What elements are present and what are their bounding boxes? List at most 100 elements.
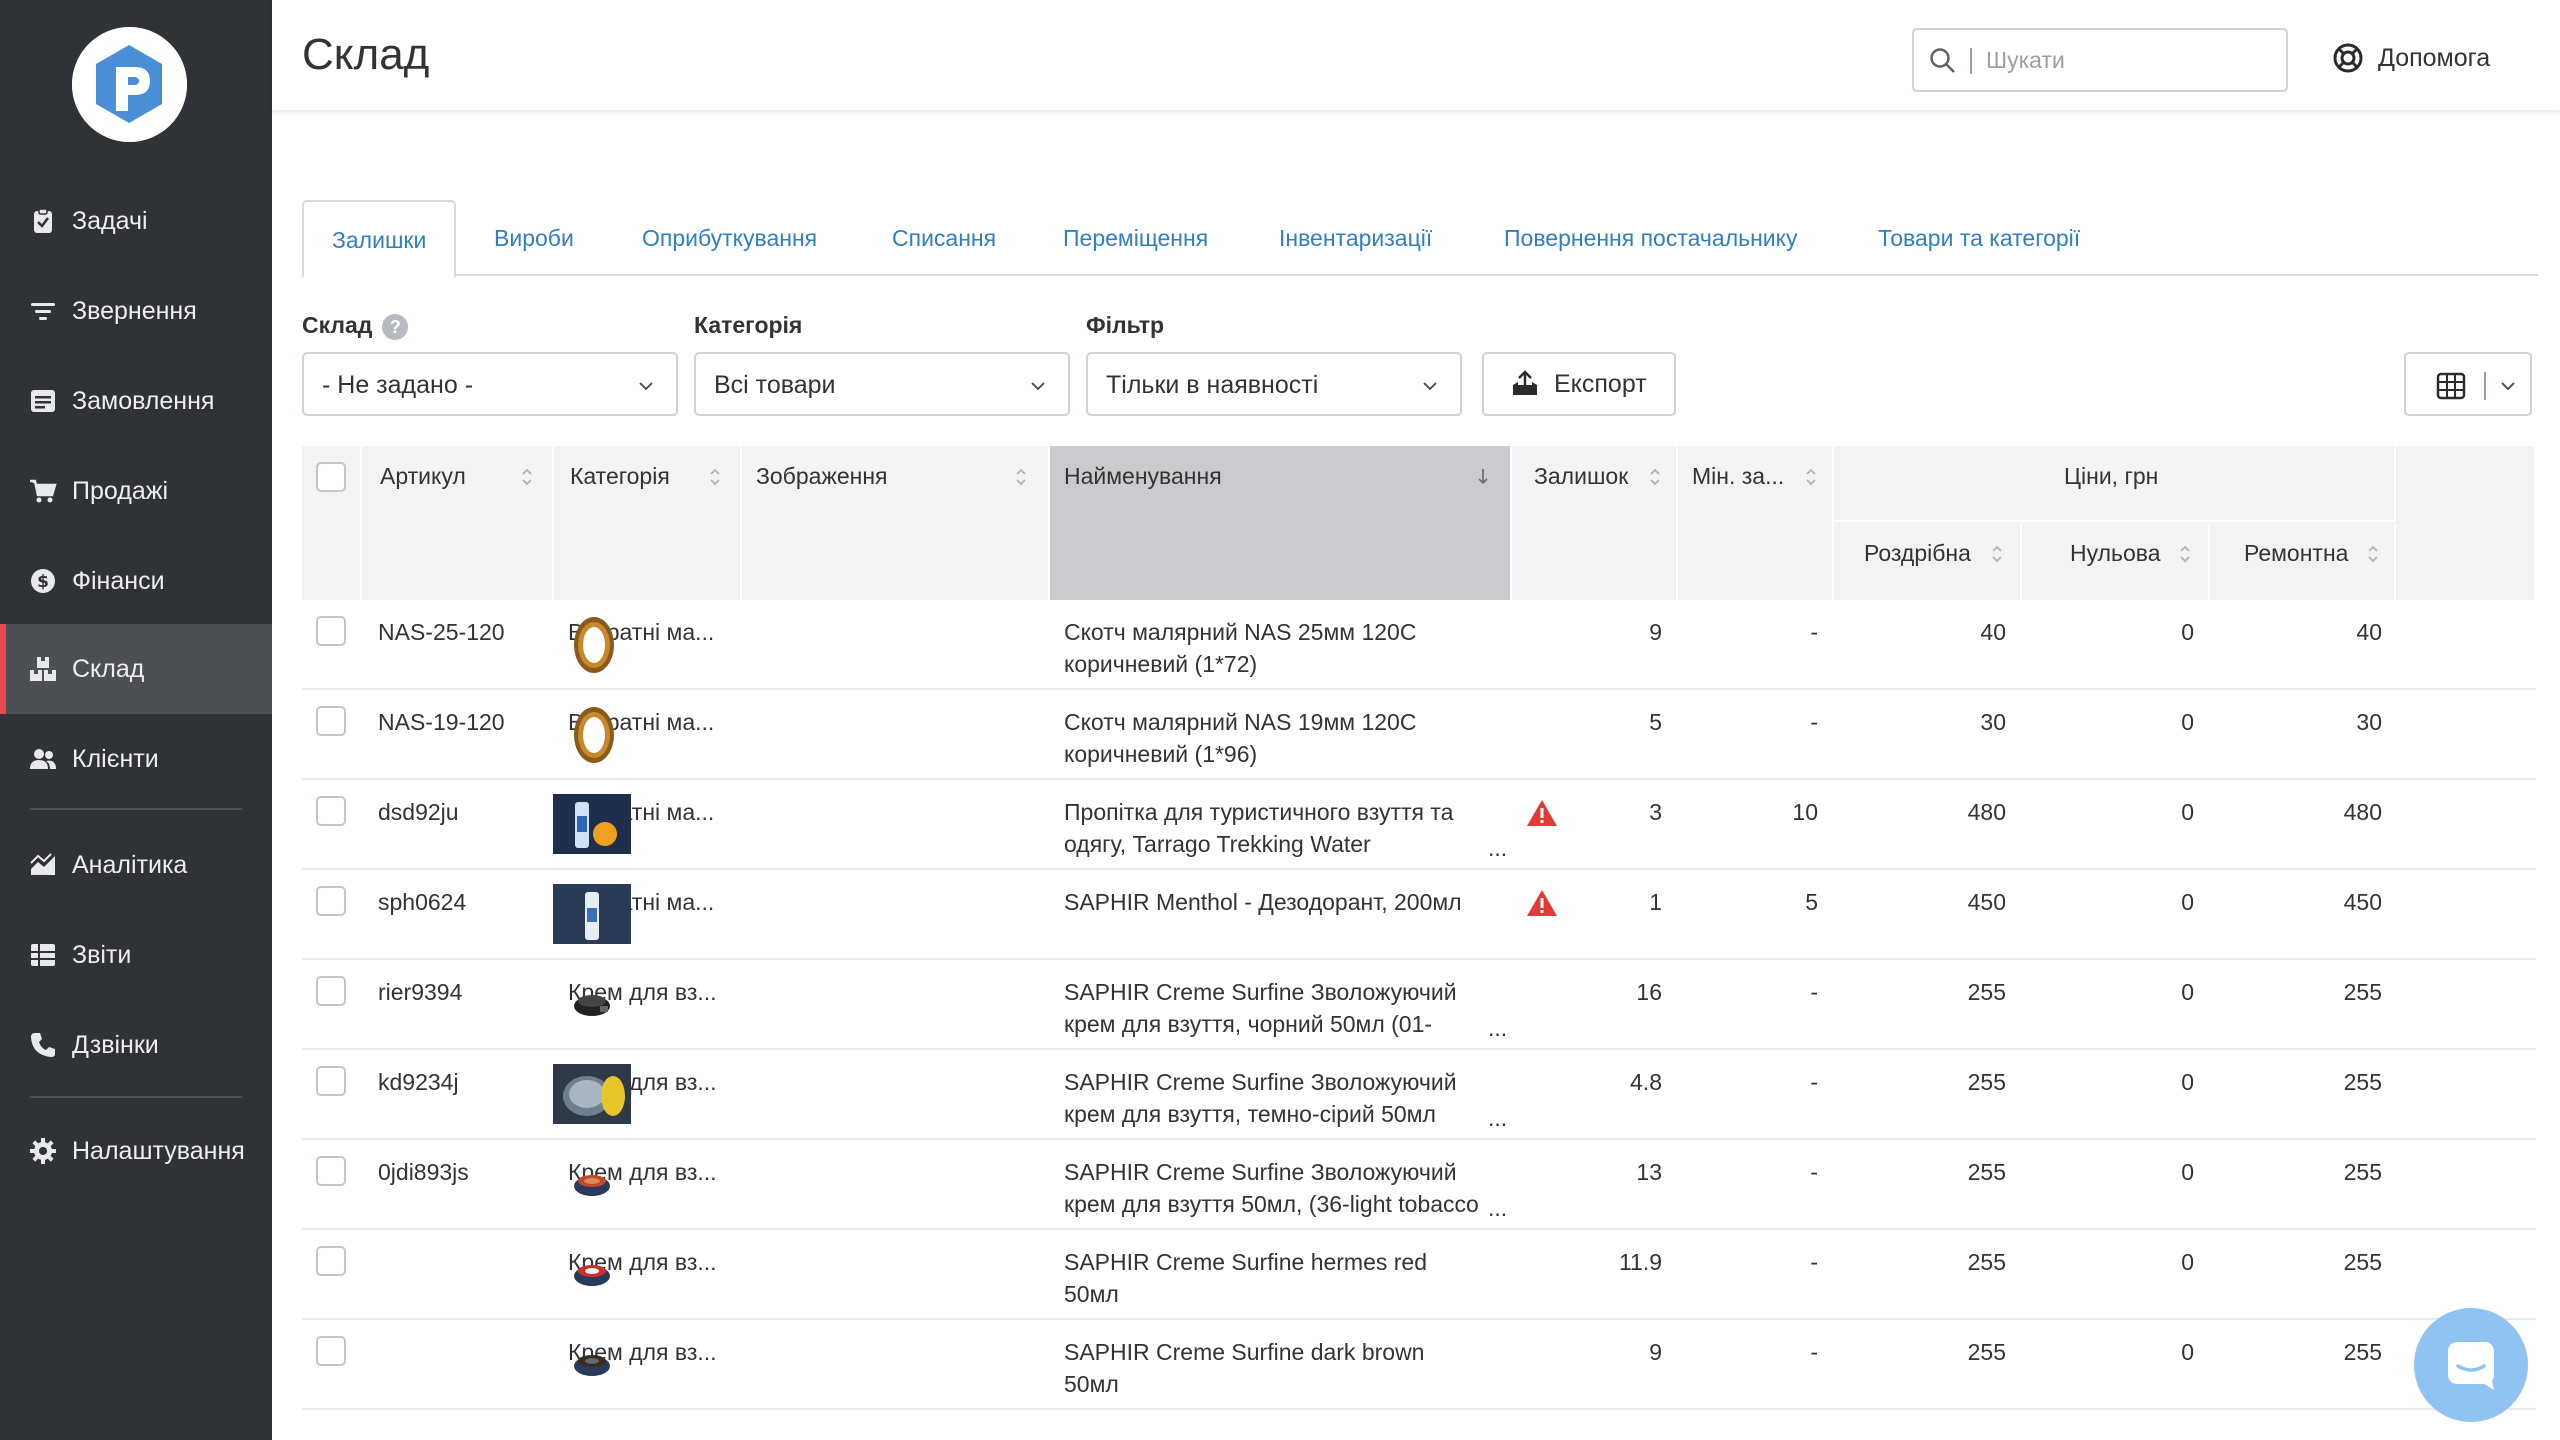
header-image[interactable]: Зображення	[742, 446, 1050, 600]
product-thumbnail[interactable]	[572, 988, 612, 1023]
tab-supplier-returns[interactable]: Повернення постачальнику	[1504, 200, 1797, 276]
tab-products[interactable]: Вироби	[494, 200, 574, 276]
row-checkbox[interactable]	[316, 796, 346, 826]
table-row[interactable]: sph0624 Витратні ма... SAPHIR Menthol - Де…	[302, 870, 2536, 960]
cell-name: SAPHIR Creme Surfine Зволожуючий крем для…	[1064, 1156, 1514, 1220]
row-checkbox[interactable]	[316, 886, 346, 916]
sidebar-item-clients[interactable]: Клієнти	[0, 714, 272, 804]
table-row[interactable]: Крем для вз... SAPHIR Creme Surfine dark …	[302, 1320, 2536, 1410]
sidebar-item-requests[interactable]: Звернення	[0, 266, 272, 356]
table-row[interactable]: rier9394 Крем для вз... SAPHIR Creme Surfi…	[302, 960, 2536, 1050]
cell-min-stock: -	[1810, 1069, 1818, 1095]
row-checkbox[interactable]	[316, 976, 346, 1006]
chat-launcher-button[interactable]	[2414, 1308, 2528, 1422]
header-retail[interactable]: Роздрібна	[1834, 524, 2022, 600]
sidebar-item-warehouse[interactable]: Склад	[0, 624, 272, 714]
availability-filter-select[interactable]: Тільки в наявності	[1086, 352, 1462, 416]
sort-icon	[522, 468, 532, 486]
search-input[interactable]	[1986, 42, 2276, 78]
sort-desc-icon	[1478, 469, 1488, 485]
area-chart-icon	[27, 851, 59, 879]
header-min-stock[interactable]: Мін. за...	[1678, 446, 1834, 600]
cell-retail-price: 255	[1967, 1339, 2006, 1365]
cell-name-line1: Пропітка для туристичного взуття та	[1064, 799, 1454, 825]
dollar-circle-icon: $	[27, 567, 59, 595]
product-thumbnail[interactable]	[570, 704, 618, 771]
cell-zero-price: 0	[2181, 709, 2194, 735]
sidebar-item-orders[interactable]: Замовлення	[0, 356, 272, 446]
filter-label: Фільтр	[1086, 312, 1165, 338]
sidebar-item-label: Продажі	[72, 476, 168, 505]
product-thumbnail[interactable]	[553, 884, 631, 949]
header-sku[interactable]: Артикул	[362, 446, 554, 600]
sidebar-item-calls[interactable]: Дзвінки	[0, 1000, 272, 1090]
sidebar-item-label: Аналітика	[72, 850, 188, 879]
warning-icon	[1527, 890, 1557, 916]
tab-stock[interactable]: Залишки	[302, 200, 457, 278]
sort-icon	[2368, 545, 2378, 563]
cell-zero-price: 0	[2181, 889, 2194, 915]
sidebar-divider	[30, 1096, 242, 1098]
row-checkbox[interactable]	[316, 1066, 346, 1096]
sort-icon	[1992, 545, 2002, 563]
table-row[interactable]: NAS-25-120 Витратні ма... Скотч малярний N…	[302, 600, 2536, 690]
table-row[interactable]: NAS-19-120 Витратні ма... Скотч малярний N…	[302, 690, 2536, 780]
header-stock[interactable]: Залишок	[1512, 446, 1678, 600]
help-question-icon[interactable]: ?	[382, 313, 409, 340]
header-zero-label: Нульова	[2070, 540, 2161, 566]
row-checkbox[interactable]	[316, 1246, 346, 1276]
product-thumbnail[interactable]	[572, 1258, 612, 1293]
sidebar-item-settings[interactable]: Налаштування	[0, 1106, 272, 1196]
warning-icon	[1527, 800, 1557, 826]
tab-transfers[interactable]: Переміщення	[1063, 200, 1208, 276]
cart-icon	[27, 477, 59, 505]
header-category[interactable]: Категорія	[554, 446, 742, 600]
tab-inventories[interactable]: Інвентаризації	[1279, 200, 1432, 276]
row-checkbox[interactable]	[316, 1156, 346, 1186]
app-logo[interactable]	[72, 27, 187, 142]
cell-min-stock: -	[1810, 709, 1818, 735]
sort-icon	[710, 468, 720, 486]
tab-write-offs[interactable]: Списання	[892, 200, 996, 276]
columns-toggle-button[interactable]	[2404, 352, 2532, 416]
select-all-checkbox[interactable]	[316, 462, 346, 492]
tab-goods-categories[interactable]: Товари та категорії	[1878, 200, 2080, 276]
sidebar-item-finance[interactable]: $ Фінанси	[0, 536, 272, 626]
sidebar-item-tasks[interactable]: Задачі	[0, 176, 272, 266]
header-name[interactable]: Найменування	[1050, 446, 1512, 600]
table-row[interactable]: 0jdi893js Крем для вз... SAPHIR Creme Surf…	[302, 1140, 2536, 1230]
header-repair-price[interactable]: Ремонтна	[2210, 524, 2396, 600]
help-link[interactable]: Допомога	[2332, 40, 2490, 76]
product-thumbnail[interactable]	[570, 614, 618, 681]
table-row[interactable]: dsd92ju Витратні ма... Пропітка для турист…	[302, 780, 2536, 870]
cell-repair-price: 255	[2343, 1159, 2382, 1185]
row-checkbox[interactable]	[316, 1336, 346, 1366]
row-checkbox[interactable]	[316, 706, 346, 736]
cell-stock: 9	[1649, 619, 1662, 645]
header-prices-group: Ціни, грн	[1834, 446, 2396, 522]
product-thumbnail[interactable]	[553, 1064, 631, 1129]
logo-icon	[72, 27, 187, 142]
cell-sku: NAS-25-120	[378, 619, 505, 645]
cell-name-line1: SAPHIR Creme Surfine hermes red	[1064, 1249, 1428, 1275]
search-box[interactable]	[1912, 28, 2288, 92]
product-thumbnail[interactable]	[572, 1348, 612, 1383]
product-thumbnail[interactable]	[553, 794, 631, 859]
sidebar-item-reports[interactable]: Звіти	[0, 910, 272, 1000]
cell-min-stock: 5	[1805, 889, 1818, 915]
cell-retail-price: 255	[1967, 1159, 2006, 1185]
warehouse-select[interactable]: - Не задано -	[302, 352, 678, 416]
cell-stock: 3	[1649, 799, 1662, 825]
category-select[interactable]: Всі товари	[694, 352, 1070, 416]
cell-repair-price: 40	[2356, 619, 2382, 645]
table-row[interactable]: Крем для вз... SAPHIR Creme Surfine herme…	[302, 1230, 2536, 1320]
sidebar-item-analytics[interactable]: Аналітика	[0, 820, 272, 910]
cell-stock: 13	[1636, 1159, 1662, 1185]
tab-receipts[interactable]: Оприбуткування	[642, 200, 817, 276]
header-zero-price[interactable]: Нульова	[2022, 524, 2210, 600]
export-button[interactable]: Експорт	[1482, 352, 1676, 416]
sidebar-item-sales[interactable]: Продажі	[0, 446, 272, 536]
table-row[interactable]: kd9234j Крем для вз... SAPHIR Creme Surfin…	[302, 1050, 2536, 1140]
product-thumbnail[interactable]	[572, 1168, 612, 1203]
row-checkbox[interactable]	[316, 616, 346, 646]
